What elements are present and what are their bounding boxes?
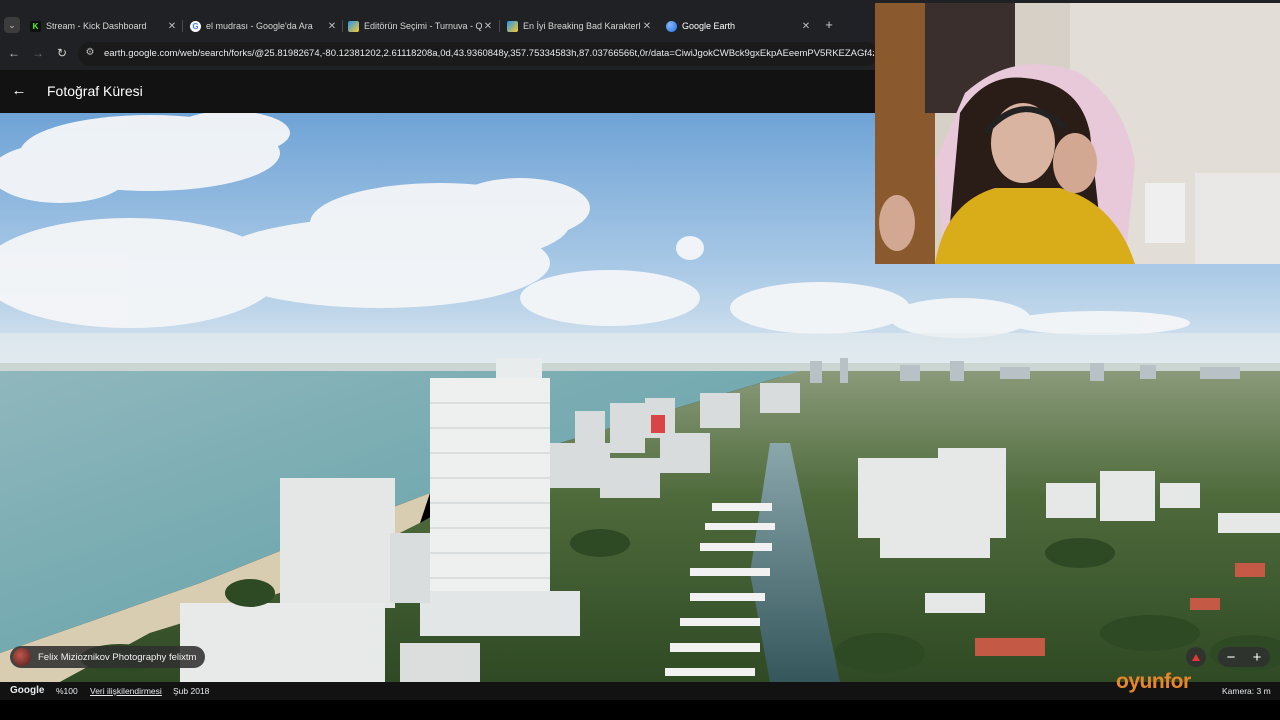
attribution-text: Felix Mizioznikov Photography felixtm xyxy=(38,651,197,663)
url-text[interactable]: earth.google.com/web/search/forks/@25.81… xyxy=(104,48,874,59)
kick-icon: K xyxy=(30,20,41,32)
webcam-feed xyxy=(875,3,1280,264)
stream-watermark: oyunfor xyxy=(1116,670,1191,693)
imagery-date: Şub 2018 xyxy=(173,686,210,696)
tab-title: Editörün Seçimi - Turnuva - Qu xyxy=(364,21,482,31)
letterbox-bottom xyxy=(0,700,1280,720)
close-icon[interactable]: ✕ xyxy=(641,21,653,32)
data-attribution-link[interactable]: Veri ilişkilendirmesi xyxy=(90,686,162,696)
globe-icon xyxy=(666,20,677,32)
back-icon[interactable]: ← xyxy=(6,44,22,62)
compass-icon xyxy=(1192,653,1200,661)
tab-divider xyxy=(182,20,183,32)
quiz-icon xyxy=(348,20,359,32)
site-info-icon[interactable]: ⚙ xyxy=(84,47,96,59)
close-icon[interactable]: ✕ xyxy=(326,21,338,32)
tab-title: el mudrası - Google'da Ara xyxy=(206,21,313,31)
forward-icon[interactable]: → xyxy=(30,44,46,62)
reload-icon[interactable]: ↻ xyxy=(54,44,70,62)
tab-title: Stream - Kick Dashboard xyxy=(46,21,147,31)
zoom-level: %100 xyxy=(56,686,78,696)
google-logo: Google xyxy=(10,685,45,696)
tab-editors-choice[interactable]: Editörün Seçimi - Turnuva - Qu ✕ xyxy=(348,17,494,35)
tab-title: En İyi Breaking Bad Karakterleri xyxy=(523,21,641,31)
tab-search-icon[interactable]: ⌄ xyxy=(4,17,20,33)
tab-kick-dashboard[interactable]: K Stream - Kick Dashboard ✕ xyxy=(30,17,178,35)
quiz-icon xyxy=(507,20,518,32)
zoom-out-button[interactable]: − xyxy=(1227,649,1236,666)
avatar xyxy=(13,648,31,666)
tab-google-earth[interactable]: Google Earth ✕ xyxy=(666,17,812,35)
tab-divider xyxy=(342,20,343,32)
new-tab-button[interactable]: + xyxy=(822,17,836,33)
page-title: Fotoğraf Küresi xyxy=(47,83,143,99)
google-icon: G xyxy=(190,20,201,32)
tab-title: Google Earth xyxy=(682,21,736,31)
tab-google-search[interactable]: G el mudrası - Google'da Ara ✕ xyxy=(190,17,338,35)
webcam-overlay xyxy=(875,3,1280,264)
zoom-in-button[interactable]: + xyxy=(1253,649,1262,666)
tab-divider xyxy=(499,20,500,32)
compass-button[interactable] xyxy=(1186,647,1206,667)
close-icon[interactable]: ✕ xyxy=(166,21,178,32)
camera-altitude: Kamera: 3 m xyxy=(1222,686,1271,696)
status-bar: Google %100 Veri ilişkilendirmesi Şub 20… xyxy=(0,682,1280,700)
back-arrow-icon[interactable]: ← xyxy=(10,81,28,101)
tab-breaking-bad[interactable]: En İyi Breaking Bad Karakterleri ✕ xyxy=(507,17,653,35)
photo-attribution-chip[interactable]: Felix Mizioznikov Photography felixtm xyxy=(10,646,206,668)
close-icon[interactable]: ✕ xyxy=(800,21,812,32)
close-icon[interactable]: ✕ xyxy=(482,21,494,32)
zoom-controls: − + xyxy=(1218,647,1270,667)
